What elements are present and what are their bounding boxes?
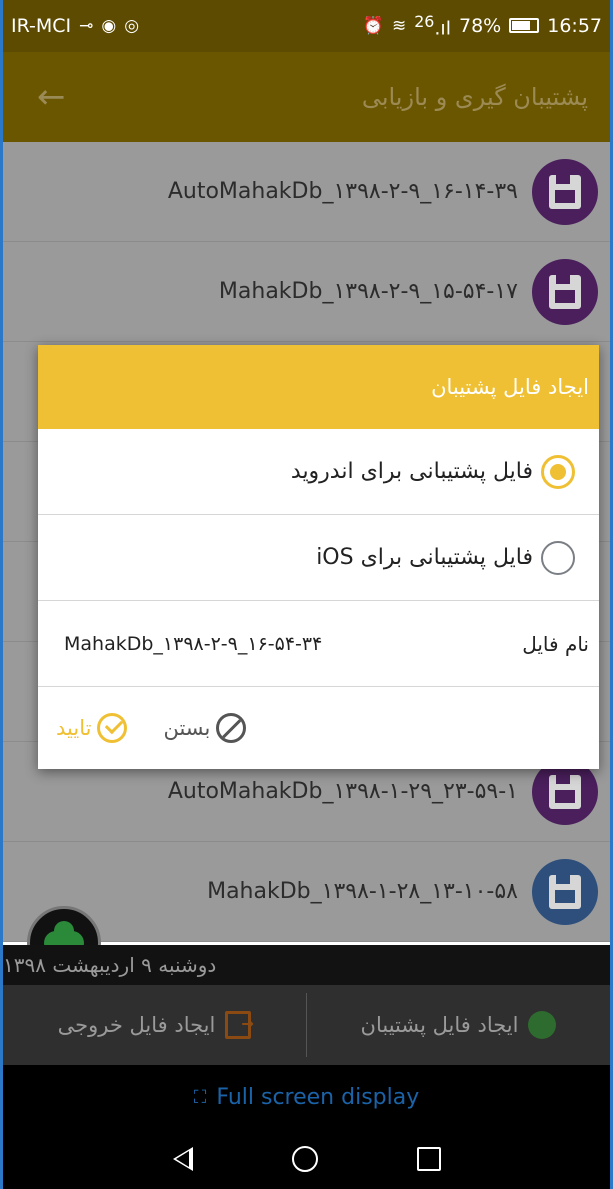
create-backup-button[interactable]: ایجاد فایل پشتیبان <box>307 985 610 1065</box>
list-item[interactable]: AutoMahakDb_۱۳۹۸-۲-۹_۱۶-۱۴-۳۹ <box>3 142 610 242</box>
backup-file-name: MahakDb_۱۳۹۸-۱-۲۸_۱۳-۱۰-۵۸ <box>207 879 518 904</box>
battery-percent: 78% <box>459 14 502 37</box>
back-arrow-icon[interactable]: ← <box>37 77 66 117</box>
confirm-label: تایید <box>56 716 92 740</box>
backup-file-name: AutoMahakDb_۱۳۹۸-۲-۹_۱۶-۱۴-۳۹ <box>167 179 518 204</box>
nav-recent-apps-icon[interactable] <box>416 1147 441 1171</box>
floppy-ios-icon <box>532 858 598 925</box>
export-icon <box>225 1011 254 1039</box>
full-screen-label: Full screen display <box>216 1084 420 1110</box>
navigation-icon: ◉ <box>101 16 117 36</box>
battery-icon <box>509 18 540 34</box>
page-title: پشتیبان گیری و بازیابی <box>361 83 588 111</box>
option-ios-label: فایل پشتیبانی برای iOS <box>316 545 533 570</box>
divider <box>306 993 307 1057</box>
alarm-icon: ⏰ <box>362 15 384 36</box>
status-bar: IR-MCI ⊸ ◉ ◎ ⏰ ≋ 26.ıl 78% 16:57 <box>3 0 610 52</box>
dialog-title: ایجاد فایل پشتیبان <box>431 375 589 399</box>
screen: IR-MCI ⊸ ◉ ◎ ⏰ ≋ 26.ıl 78% 16:57 ← پشتیب… <box>0 0 613 1189</box>
radio-ios[interactable] <box>541 540 575 575</box>
option-android[interactable]: فایل پشتیبانی برای اندروید <box>38 429 599 515</box>
create-backup-dialog: ایجاد فایل پشتیبان فایل پشتیبانی برای ان… <box>38 345 599 769</box>
full-screen-display-button[interactable]: ⛶ Full screen display <box>3 1065 610 1129</box>
cancel-circle-icon <box>216 713 247 743</box>
wifi-icon: ≋ <box>391 15 407 36</box>
floppy-icon <box>532 258 598 325</box>
option-android-label: فایل پشتیبانی برای اندروید <box>290 459 533 484</box>
bottom-actions: ایجاد فایل پشتیبان ایجاد فایل خروجی <box>3 985 610 1065</box>
floppy-icon <box>532 158 598 225</box>
close-button[interactable]: بستن <box>163 713 247 743</box>
carrier-label: IR-MCI <box>11 15 72 37</box>
file-name-field[interactable]: MahakDb_۱۳۹۸-۲-۹_۱۶-۵۴-۳۴ <box>64 633 322 655</box>
nav-back-icon[interactable] <box>172 1147 193 1171</box>
expand-icon: ⛶ <box>193 1086 207 1108</box>
signal-strength: 26.ıl <box>414 12 451 40</box>
confirm-button[interactable]: تایید <box>56 713 128 743</box>
file-name-label: نام فایل <box>522 631 589 656</box>
key-icon: ⊸ <box>79 16 94 36</box>
create-export-button[interactable]: ایجاد فایل خروجی <box>3 985 306 1065</box>
nav-home-icon[interactable] <box>291 1146 318 1172</box>
file-name-row: MahakDb_۱۳۹۸-۲-۹_۱۶-۵۴-۳۴ نام فایل <box>38 601 599 687</box>
database-sync-icon <box>528 1011 557 1039</box>
dialog-header: ایجاد فایل پشتیبان <box>38 345 599 429</box>
app-bar: ← پشتیبان گیری و بازیابی <box>3 52 610 142</box>
dialog-footer: تایید بستن <box>38 687 599 769</box>
radio-android[interactable] <box>541 454 575 489</box>
list-item[interactable]: MahakDb_۱۳۹۸-۲-۹_۱۵-۵۴-۱۷ <box>3 242 610 342</box>
current-date: دوشنبه ۹ اردیبهشت ۱۳۹۸ <box>3 953 217 977</box>
navigation-bar <box>3 1129 610 1189</box>
date-bar: دوشنبه ۹ اردیبهشت ۱۳۹۸ <box>3 945 610 985</box>
backup-file-name: AutoMahakDb_۱۳۹۸-۱-۲۹_۲۳-۵۹-۱ <box>167 779 518 804</box>
option-ios[interactable]: فایل پشتیبانی برای iOS <box>38 515 599 601</box>
create-export-label: ایجاد فایل خروجی <box>57 1013 216 1037</box>
backup-file-name: MahakDb_۱۳۹۸-۲-۹_۱۵-۵۴-۱۷ <box>218 279 518 304</box>
create-backup-label: ایجاد فایل پشتیبان <box>360 1013 519 1037</box>
vpn-shield-icon: ◎ <box>124 16 140 36</box>
close-label: بستن <box>163 716 211 740</box>
check-circle-icon <box>97 713 128 743</box>
clock: 16:57 <box>547 14 602 37</box>
